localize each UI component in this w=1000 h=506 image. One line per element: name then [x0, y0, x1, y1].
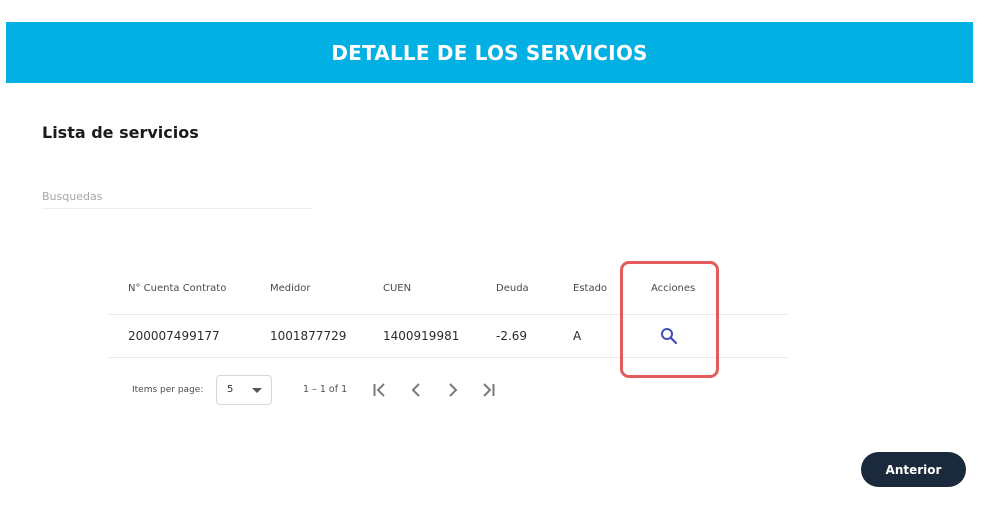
- first-page-icon: [373, 383, 385, 397]
- column-header-estado: Estado: [573, 283, 608, 294]
- page: DETALLE DE LOS SERVICIOS Lista de servic…: [0, 0, 1000, 506]
- items-per-page-label: Items per page:: [132, 385, 204, 395]
- search-input[interactable]: [42, 186, 312, 206]
- anterior-button[interactable]: Anterior: [861, 452, 966, 487]
- previous-page-button[interactable]: [405, 379, 427, 401]
- cell-cuen: 1400919981: [383, 329, 460, 343]
- section-title: Lista de servicios: [42, 123, 199, 142]
- search-field: [42, 186, 312, 209]
- page-header-banner: DETALLE DE LOS SERVICIOS: [6, 22, 973, 83]
- cell-estado: A: [573, 329, 582, 343]
- chevron-down-icon: [252, 388, 262, 393]
- page-range-label: 1 – 1 of 1: [303, 384, 348, 395]
- column-header-cuen: CUEN: [383, 283, 412, 294]
- column-header-medidor: Medidor: [270, 283, 311, 294]
- column-header-cuenta-contrato: N° Cuenta Contrato: [128, 283, 227, 294]
- cell-deuda: -2.69: [496, 329, 528, 343]
- next-page-icon: [449, 383, 458, 397]
- column-header-deuda: Deuda: [496, 283, 529, 294]
- cell-medidor: 1001877729: [270, 329, 347, 343]
- cell-cuenta-contrato: 200007499177: [128, 329, 220, 343]
- page-size-value: 5: [227, 384, 234, 395]
- paginator: Items per page: 5 1 – 1 of 1: [108, 373, 528, 407]
- previous-page-icon: [411, 383, 420, 397]
- last-page-icon: [483, 383, 495, 397]
- next-page-button[interactable]: [442, 379, 464, 401]
- highlight-box: [620, 261, 719, 378]
- first-page-button[interactable]: [369, 379, 391, 401]
- page-size-select[interactable]: 5: [216, 375, 272, 405]
- page-title: DETALLE DE LOS SERVICIOS: [331, 40, 648, 65]
- last-page-button[interactable]: [477, 379, 499, 401]
